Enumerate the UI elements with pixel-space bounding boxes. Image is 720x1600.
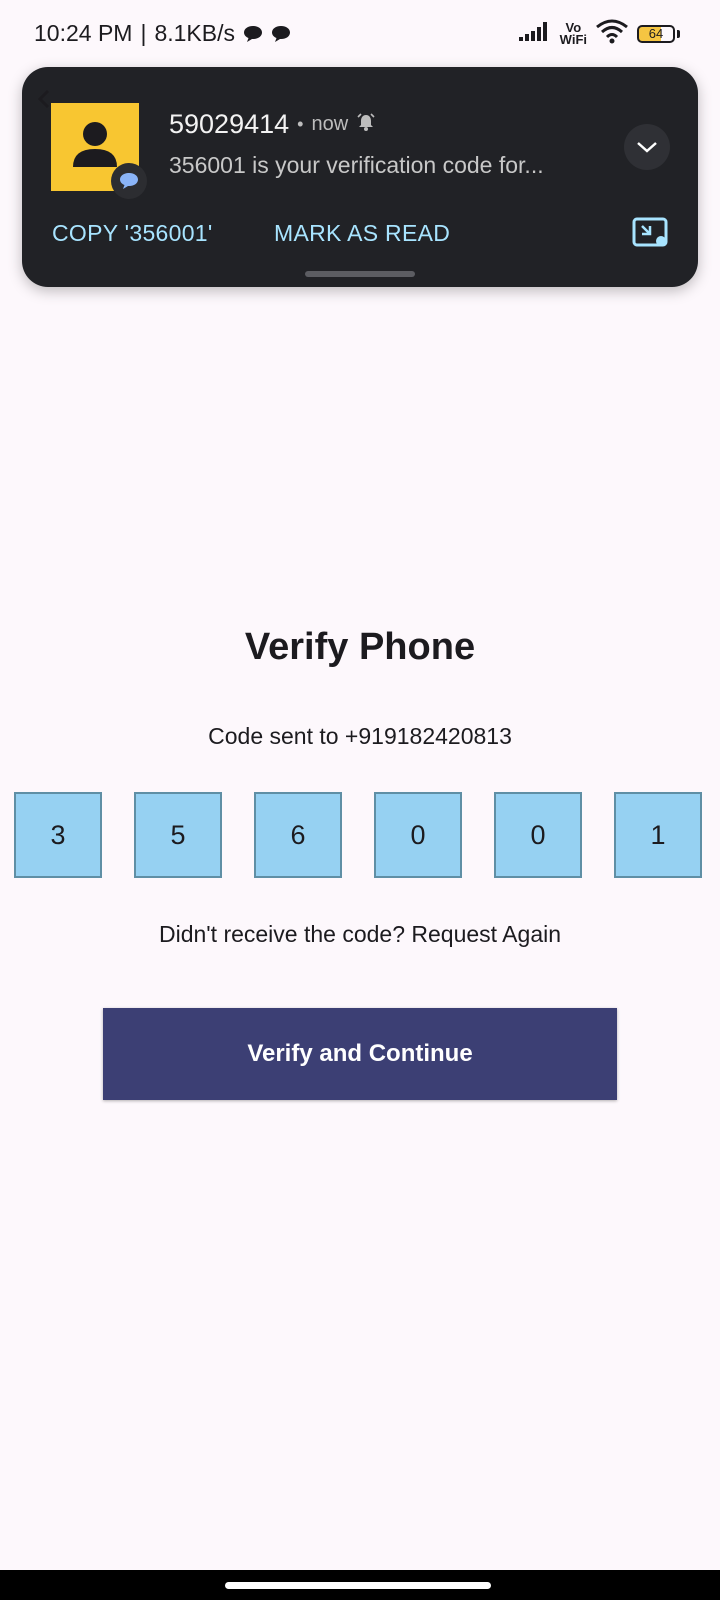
back-arrow-icon[interactable] bbox=[36, 89, 52, 109]
status-separator: | bbox=[140, 20, 147, 46]
otp-digit-6[interactable]: 1 bbox=[614, 792, 702, 878]
network-speed: 8.1KB/s bbox=[154, 20, 235, 46]
messages-app-badge bbox=[111, 163, 147, 199]
picture-in-picture-icon[interactable] bbox=[632, 217, 668, 249]
otp-digit-4[interactable]: 0 bbox=[374, 792, 462, 878]
code-sent-text: Code sent to +919182420813 bbox=[208, 723, 512, 749]
vowifi-indicator: Vo WiFi bbox=[559, 21, 587, 47]
otp-input-row: 3 5 6 0 0 1 bbox=[14, 792, 706, 880]
navigation-bar bbox=[0, 1570, 720, 1600]
mark-as-read-button[interactable]: MARK AS READ bbox=[274, 220, 450, 247]
request-again-link[interactable]: Didn't receive the code? Request Again bbox=[0, 921, 720, 948]
otp-digit-1[interactable]: 3 bbox=[14, 792, 102, 878]
chat-bubble-icon bbox=[120, 173, 138, 189]
notification-sender: 59029414 bbox=[169, 109, 290, 139]
chat-bubble-icon bbox=[271, 25, 291, 43]
verify-and-continue-button[interactable]: Verify and Continue bbox=[103, 1008, 617, 1100]
alarm-bell-icon bbox=[356, 112, 376, 137]
battery-level: 64 bbox=[648, 26, 664, 41]
otp-digit-3[interactable]: 6 bbox=[254, 792, 342, 878]
otp-digit-5[interactable]: 0 bbox=[494, 792, 582, 878]
chat-bubble-icon bbox=[243, 25, 263, 43]
notification-drag-handle[interactable] bbox=[305, 271, 415, 277]
status-bar: 10:24 PM | 8.1KB/s Vo WiFi 64 bbox=[0, 0, 720, 62]
signal-icon bbox=[518, 20, 552, 47]
notification-title-row: 59029414 • now bbox=[169, 109, 376, 140]
battery-icon: 64 bbox=[637, 24, 675, 43]
expand-chevron-button[interactable] bbox=[624, 124, 670, 170]
notification-dot: • bbox=[297, 114, 304, 134]
status-time: 10:24 PM bbox=[34, 20, 133, 46]
wifi-icon bbox=[595, 18, 629, 49]
battery-tip bbox=[677, 29, 680, 38]
notification-message: 356001 is your verification code for... bbox=[169, 152, 544, 178]
status-left: 10:24 PM | 8.1KB/s bbox=[34, 20, 291, 47]
notification-time: now bbox=[311, 113, 349, 135]
page-title: Verify Phone bbox=[244, 626, 476, 668]
otp-digit-2[interactable]: 5 bbox=[134, 792, 222, 878]
status-right: Vo WiFi 64 bbox=[518, 18, 680, 49]
home-gesture-handle[interactable] bbox=[225, 1582, 491, 1589]
vowifi-bottom: WiFi bbox=[559, 31, 587, 47]
chevron-down-icon bbox=[637, 142, 657, 153]
copy-code-button[interactable]: COPY '356001' bbox=[52, 220, 213, 247]
sms-notification[interactable]: 59029414 • now 356001 is your verificati… bbox=[22, 67, 698, 287]
